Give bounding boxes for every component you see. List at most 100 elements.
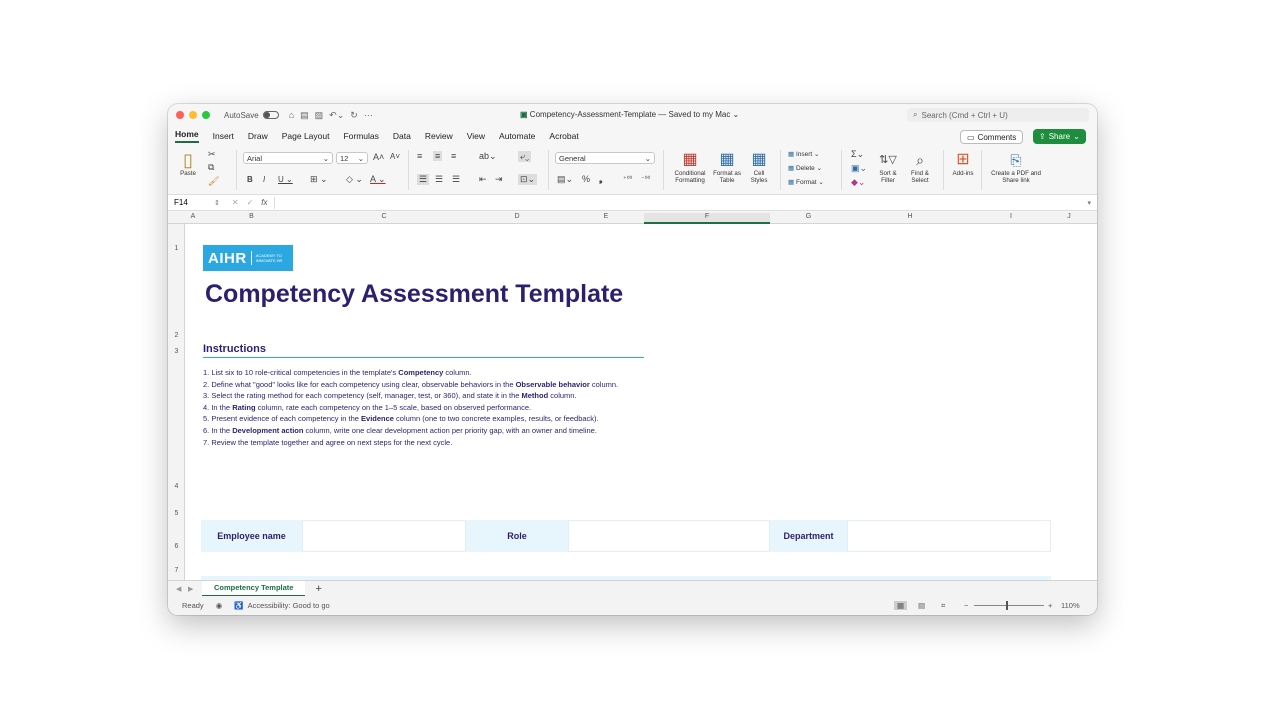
zoom-slider[interactable] <box>974 601 1044 610</box>
copy-icon[interactable]: ⧉ <box>208 162 214 173</box>
worksheet-grid[interactable]: AIHR ACADEMY TO INNOVATE HR Competency A… <box>185 224 1097 580</box>
conditional-formatting-button[interactable]: ▦ Conditional Formatting <box>668 150 712 184</box>
function-icon[interactable]: fx <box>261 198 267 207</box>
percent-icon[interactable]: % <box>582 174 590 184</box>
insert-cells-button[interactable]: ▦ Insert ⌄ <box>788 150 820 158</box>
document-title[interactable]: ▣ Competency-Assessment-Template — Saved… <box>520 110 739 119</box>
name-box[interactable]: F14 <box>174 198 214 207</box>
page-layout-view-icon[interactable]: ▤ <box>918 601 925 610</box>
font-size-select[interactable]: 12 ⌄ <box>336 152 368 164</box>
column-header-b[interactable]: B <box>201 213 302 220</box>
normal-view-icon[interactable]: ▦ <box>894 601 908 610</box>
autosum-icon[interactable]: Σ⌄ <box>851 149 864 160</box>
tab-automate[interactable]: Automate <box>499 131 535 141</box>
increase-font-size-icon[interactable]: A˄ <box>373 152 384 162</box>
formula-input[interactable] <box>273 196 1088 209</box>
increase-indent-icon[interactable]: ⇥ <box>495 174 503 185</box>
row-header-2[interactable]: 2 <box>168 332 185 339</box>
align-center-icon[interactable]: ☰ <box>435 174 443 185</box>
home-icon[interactable]: ⌂ <box>289 110 294 121</box>
decrease-decimal-icon[interactable]: ⁻⁰⁰ <box>641 175 650 183</box>
tab-view[interactable]: View <box>467 131 485 141</box>
prev-sheet-icon[interactable]: ◀ <box>176 585 181 593</box>
role-cell[interactable] <box>568 520 770 552</box>
zoom-out-icon[interactable]: − <box>964 601 968 610</box>
number-format-select[interactable]: General ⌄ <box>555 152 655 164</box>
create-pdf-button[interactable]: ⎘ Create a PDF and Share link <box>988 150 1044 184</box>
format-painter-icon[interactable]: 🖌 <box>208 176 219 187</box>
zoom-slider-thumb[interactable] <box>1006 601 1008 610</box>
row-header-7[interactable]: 7 <box>168 567 185 574</box>
align-bottom-icon[interactable]: ≡ <box>451 151 456 161</box>
align-middle-icon[interactable]: ≡ <box>433 151 443 161</box>
column-header-g[interactable]: G <box>770 213 847 220</box>
delete-cells-button[interactable]: ▦ Delete ⌄ <box>788 164 822 172</box>
column-header-e[interactable]: E <box>568 213 644 220</box>
tab-page-layout[interactable]: Page Layout <box>282 131 330 141</box>
zoom-level[interactable]: 110% <box>1061 601 1080 610</box>
clear-icon[interactable]: ◆⌄ <box>851 177 865 188</box>
page-break-view-icon[interactable]: ⌗ <box>941 601 945 611</box>
tab-acrobat[interactable]: Acrobat <box>549 131 578 141</box>
search-input[interactable]: ⌕ Search (Cmd + Ctrl + U) <box>907 108 1089 122</box>
cancel-icon[interactable]: ✕ <box>232 198 239 207</box>
underline-icon[interactable]: U ⌄ <box>278 175 293 184</box>
column-header-a[interactable]: A <box>185 213 201 220</box>
tab-insert[interactable]: Insert <box>213 131 234 141</box>
align-right-icon[interactable]: ☰ <box>452 174 460 185</box>
close-window-button[interactable] <box>176 111 184 119</box>
column-header-i[interactable]: I <box>973 213 1049 220</box>
decrease-font-size-icon[interactable]: A˅ <box>390 152 400 161</box>
row-header-4[interactable]: 4 <box>168 483 185 490</box>
find-select-button[interactable]: ⌕ Find & Select <box>905 150 935 184</box>
add-ins-button[interactable]: ⊞ Add-ins <box>948 150 978 177</box>
row-header-6[interactable]: 6 <box>168 543 185 550</box>
font-name-select[interactable]: Arial ⌄ <box>243 152 333 164</box>
sheet-tab-competency-template[interactable]: Competency Template <box>202 580 306 597</box>
column-header-f[interactable]: F <box>644 213 770 224</box>
employee-name-cell[interactable] <box>302 520 466 552</box>
sort-filter-button[interactable]: ⇅▽ Sort & Filter <box>874 150 902 184</box>
format-cells-button[interactable]: ▦ Format ⌄ <box>788 178 824 186</box>
column-header-j[interactable]: J <box>1049 213 1089 220</box>
borders-icon[interactable]: ⊞ ⌄ <box>310 174 328 185</box>
row-header-1[interactable]: 1 <box>168 245 185 252</box>
enter-icon[interactable]: ✓ <box>247 198 254 207</box>
comma-style-icon[interactable]: ❟ <box>599 174 603 185</box>
tab-draw[interactable]: Draw <box>248 131 268 141</box>
save-as-icon[interactable]: ▨ <box>315 110 324 121</box>
autosave-toggle[interactable] <box>262 111 279 119</box>
department-cell[interactable] <box>847 520 1051 552</box>
bold-icon[interactable]: B <box>247 175 253 184</box>
save-icon[interactable]: ▤ <box>300 110 309 121</box>
format-as-table-button[interactable]: ▦ Format as Table <box>713 150 741 184</box>
fill-color-icon[interactable]: ◇ ⌄ <box>346 174 363 185</box>
zoom-window-button[interactable] <box>202 111 210 119</box>
comments-button[interactable]: ▭ Comments <box>960 130 1024 144</box>
add-sheet-button[interactable]: + <box>315 583 321 595</box>
more-icon[interactable]: ⋯ <box>364 110 373 121</box>
undo-icon[interactable]: ↶⌄ <box>329 110 344 121</box>
accounting-format-icon[interactable]: ▤⌄ <box>557 174 573 185</box>
accessibility-icon[interactable]: ♿ <box>234 601 243 610</box>
expand-formula-icon[interactable]: ▾ <box>1087 199 1091 207</box>
tab-data[interactable]: Data <box>393 131 411 141</box>
macro-record-icon[interactable]: ◉ <box>216 601 223 610</box>
align-left-icon[interactable]: ☰ <box>417 174 430 185</box>
wrap-text-icon[interactable]: ⤶⌄ <box>518 151 532 162</box>
column-header-h[interactable]: H <box>847 213 973 220</box>
row-header-5[interactable]: 5 <box>168 510 185 517</box>
cut-icon[interactable]: ✂ <box>208 149 216 160</box>
tab-formulas[interactable]: Formulas <box>343 131 378 141</box>
redo-icon[interactable]: ↻ <box>350 110 358 121</box>
column-header-d[interactable]: D <box>466 213 568 220</box>
minimize-window-button[interactable] <box>189 111 197 119</box>
zoom-in-icon[interactable]: + <box>1048 601 1052 610</box>
share-button[interactable]: ⇪ Share ⌄ <box>1033 129 1086 144</box>
font-color-icon[interactable]: A ⌄ <box>370 174 386 185</box>
accessibility-status[interactable]: Accessibility: Good to go <box>248 601 330 610</box>
row-header-3[interactable]: 3 <box>168 348 185 355</box>
italic-icon[interactable]: I <box>263 175 265 184</box>
autosave[interactable]: AutoSave <box>224 111 279 120</box>
paste-button[interactable]: ▯ Paste <box>176 150 200 177</box>
